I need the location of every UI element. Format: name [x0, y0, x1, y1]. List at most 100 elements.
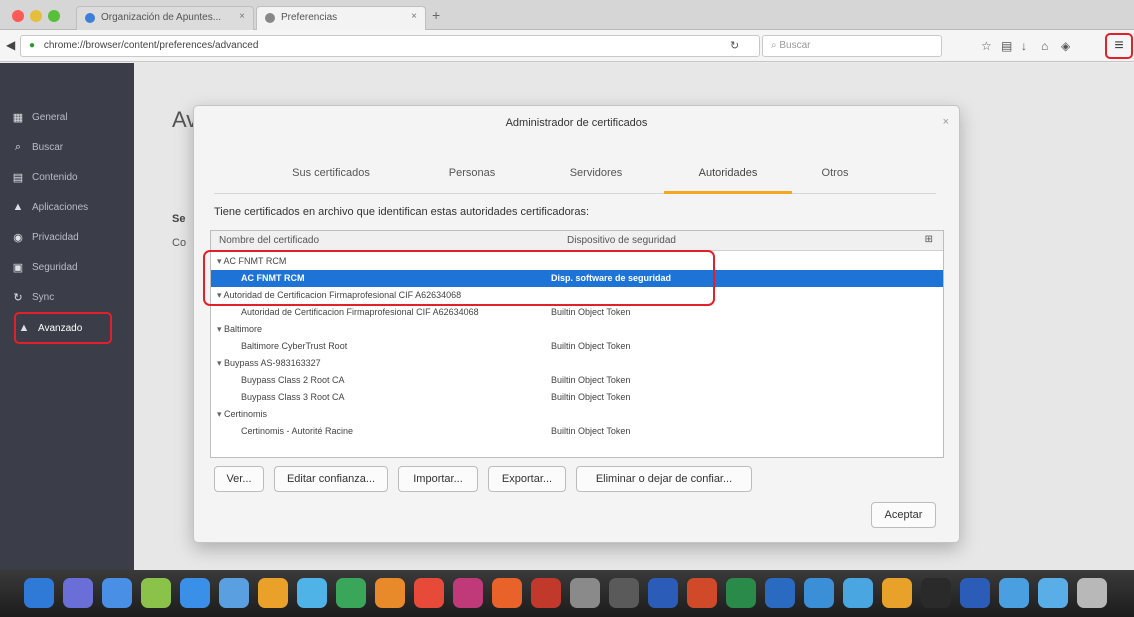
close-tab-icon[interactable]: × [411, 11, 417, 22]
browser-tab-1[interactable]: Organización de Apuntes... × [76, 6, 254, 30]
hamburger-menu-icon[interactable]: ≡ [1105, 33, 1133, 59]
accept-button[interactable]: Aceptar [871, 502, 936, 528]
sync-icon: ↻ [13, 292, 23, 304]
tab-your-certificates[interactable]: Sus certificados [266, 158, 396, 194]
network-icon[interactable] [297, 578, 327, 608]
site-favicon-icon [85, 13, 95, 23]
download-icon[interactable]: ↓ [1021, 39, 1027, 53]
sidebar-item-general[interactable]: ▦ General [10, 107, 124, 129]
view-button[interactable]: Ver... [214, 466, 264, 492]
certificate-row[interactable]: Certinomis - Autorité Racine Builtin Obje… [211, 423, 943, 440]
tab-others[interactable]: Otros [808, 158, 862, 194]
new-tab-icon[interactable]: + [432, 7, 440, 23]
search-input[interactable]: ⌕ Buscar [762, 35, 942, 57]
certificate-name: Buypass AS-983163327 [217, 358, 321, 369]
security-device: Builtin Object Token [551, 341, 631, 351]
section-heading: Se [172, 213, 186, 225]
sidebar-item-label: Contenido [32, 172, 78, 183]
preferences-sidebar: ▦ General ⌕ Buscar ▤ Contenido ▲ Aplicac… [0, 63, 134, 570]
column-header-name[interactable]: Nombre del certificado [219, 235, 319, 246]
sidebar-item-label: Avanzado [38, 323, 83, 334]
certificate-row[interactable]: Autoridad de Certificacion Firmaprofesio… [211, 304, 943, 321]
trash-icon[interactable] [1077, 578, 1107, 608]
sidebar-item-label: Sync [32, 292, 55, 303]
security-device: Builtin Object Token [551, 375, 631, 385]
mahjong-icon[interactable] [531, 578, 561, 608]
tree-group-row[interactable]: Baltimore [211, 321, 943, 338]
sidebar-item-content[interactable]: ▤ Contenido [10, 167, 124, 189]
monitor-icon[interactable] [609, 578, 639, 608]
excel-icon[interactable] [726, 578, 756, 608]
close-icon[interactable]: × [943, 116, 949, 128]
tree-group-row[interactable]: Buypass AS-983163327 [211, 355, 943, 372]
star-icon[interactable]: ☆ [981, 39, 992, 53]
certificate-row[interactable]: Baltimore CyberTrust Root Builtin Object … [211, 338, 943, 355]
browser-icon[interactable] [882, 578, 912, 608]
reload-icon[interactable]: ↻ [730, 39, 739, 52]
settings-icon[interactable] [570, 578, 600, 608]
outlook-icon[interactable] [765, 578, 795, 608]
tab-authorities[interactable]: Autoridades [664, 158, 792, 194]
edit-trust-button[interactable]: Editar confianza... [274, 466, 388, 492]
column-picker-icon[interactable]: ⊞ [925, 234, 933, 245]
sidebar-item-security[interactable]: ▣ Seguridad [10, 257, 124, 279]
close-window-button[interactable] [12, 10, 24, 22]
security-device: Builtin Object Token [551, 307, 631, 317]
powerpoint-icon[interactable] [687, 578, 717, 608]
word-icon[interactable] [648, 578, 678, 608]
import-button[interactable]: Importar... [398, 466, 478, 492]
folder3-icon[interactable] [1038, 578, 1068, 608]
sidebar-item-advanced[interactable]: ▲ Avanzado [14, 312, 112, 344]
export-button[interactable]: Exportar... [488, 466, 566, 492]
chrome-icon[interactable] [258, 578, 288, 608]
intro-text: Tiene certificados en archivo que identi… [214, 206, 590, 218]
tree-header: Nombre del certificado Dispositivo de se… [211, 231, 943, 251]
certificate-row[interactable]: Buypass Class 2 Root CA Builtin Object To… [211, 372, 943, 389]
reading-list-icon[interactable]: ▤ [1001, 39, 1012, 53]
sidebar-item-privacy[interactable]: ◉ Privacidad [10, 227, 124, 249]
calendar-icon[interactable] [414, 578, 444, 608]
annotation-highlight [203, 250, 715, 306]
word2-icon[interactable] [960, 578, 990, 608]
folder2-icon[interactable] [999, 578, 1029, 608]
section-text: Co [172, 237, 187, 249]
security-icon: ▣ [12, 262, 24, 274]
siri-icon[interactable] [63, 578, 93, 608]
zoom-window-button[interactable] [48, 10, 60, 22]
books-icon[interactable] [375, 578, 405, 608]
delete-distrust-button[interactable]: Eliminar o dejar de confiar... [576, 466, 752, 492]
column-header-device[interactable]: Dispositivo de seguridad [567, 235, 676, 246]
url-bar[interactable]: ● chrome://browser/content/preferences/a… [20, 35, 760, 57]
sidebar-item-applications[interactable]: ▲ Aplicaciones [10, 197, 124, 219]
certificate-name: Baltimore [217, 324, 262, 335]
safari-icon[interactable] [102, 578, 132, 608]
numbers-icon[interactable] [336, 578, 366, 608]
home-icon[interactable]: ⌂ [1041, 39, 1048, 53]
sidebar-item-label: General [32, 112, 68, 123]
browser-tab-2[interactable]: Preferencias × [256, 6, 426, 30]
certificate-tabs: Sus certificados Personas Servidores Aut… [214, 158, 936, 194]
minimize-window-button[interactable] [30, 10, 42, 22]
close-tab-icon[interactable]: × [239, 11, 245, 22]
sidebar-item-sync[interactable]: ↻ Sync [10, 287, 124, 309]
tree-group-row[interactable]: Certinomis [211, 406, 943, 423]
itunes-icon[interactable] [453, 578, 483, 608]
tab-servers[interactable]: Servidores [548, 158, 644, 194]
pocket-icon[interactable]: ◈ [1061, 39, 1070, 53]
camera-icon[interactable] [843, 578, 873, 608]
sidebar-item-search[interactable]: ⌕ Buscar [10, 137, 124, 159]
back-arrow-icon[interactable]: ◀ [6, 38, 15, 52]
finder-icon[interactable] [24, 578, 54, 608]
sidebar-item-label: Seguridad [32, 262, 78, 273]
preview-icon[interactable] [219, 578, 249, 608]
appstore-icon[interactable] [180, 578, 210, 608]
tab-people[interactable]: Personas [432, 158, 512, 194]
certificate-row[interactable]: Buypass Class 3 Root CA Builtin Object To… [211, 389, 943, 406]
terminal-icon[interactable] [921, 578, 951, 608]
certificate-name: Baltimore CyberTrust Root [241, 341, 348, 351]
photos-icon[interactable] [141, 578, 171, 608]
browser-tab-label: Organización de Apuntes... [101, 12, 222, 23]
folder-icon[interactable] [804, 578, 834, 608]
security-device: Builtin Object Token [551, 392, 631, 402]
firefox-icon[interactable] [492, 578, 522, 608]
